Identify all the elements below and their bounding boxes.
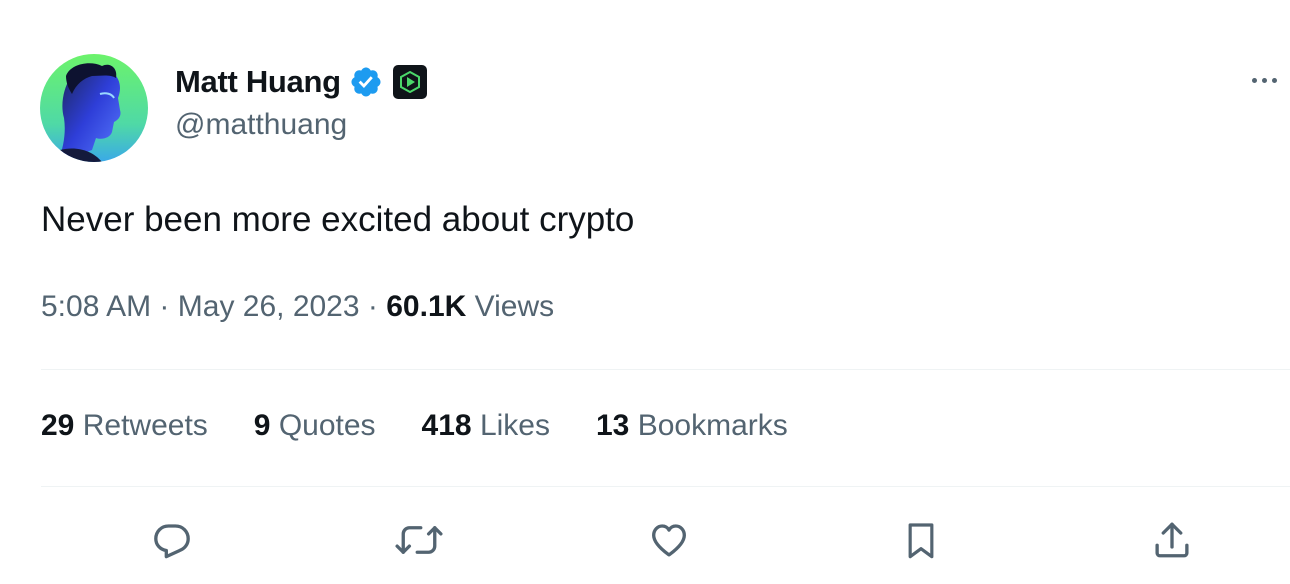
stat-quotes[interactable]: 9 Quotes [254,409,376,443]
author-handle[interactable]: @matthuang [175,108,347,142]
share-button[interactable] [1149,517,1195,563]
meta-separator: · [367,290,378,323]
share-icon [1155,522,1189,558]
retweet-button[interactable] [393,517,445,563]
like-button[interactable] [646,517,692,563]
more-options-icon [1262,77,1267,83]
stat-label: Quotes [278,409,376,442]
stat-count: 418 [421,409,472,442]
reply-button[interactable] [149,517,195,563]
stat-bookmarks[interactable]: 13 Bookmarks [596,409,788,443]
stat-likes[interactable]: 418 Likes [422,409,550,443]
tweet-meta: 5:08 AM · May 26, 2023 · 60.1K Views [41,290,554,324]
verified-badge-icon[interactable] [349,65,383,99]
retweet-icon [395,526,443,554]
meta-separator: · [159,290,170,323]
tweet-time[interactable]: 5:08 AM [41,290,151,323]
more-options-button[interactable] [1252,68,1288,92]
views-count: 60.1K [386,290,467,323]
views-label: Views [474,290,555,323]
more-options-icon [1272,77,1277,83]
avatar[interactable] [40,54,148,162]
stat-label: Retweets [82,409,208,442]
engagement-stats: 29 Retweets 9 Quotes 418 Likes 13 Bookma… [41,409,788,443]
heart-icon [652,524,686,557]
stat-count: 9 [253,409,271,442]
stat-label: Likes [479,409,550,442]
more-options-icon [1252,77,1257,83]
bookmark-icon [908,523,934,559]
divider [41,486,1290,487]
tweet-card: Matt Huang @matthuang Never been more ex… [0,0,1290,584]
divider [41,369,1290,370]
stat-label: Bookmarks [637,409,788,442]
stat-count: 29 [41,409,75,442]
author-name-row: Matt Huang [175,62,427,102]
tweet-text: Never been more excited about crypto [41,200,635,239]
reply-icon [154,524,190,559]
author-display-name[interactable]: Matt Huang [175,64,341,100]
tweet-date[interactable]: May 26, 2023 [178,290,360,323]
bookmark-button[interactable] [898,517,944,563]
affiliate-logo-icon[interactable] [392,65,427,99]
stat-count: 13 [596,409,630,442]
stat-retweets[interactable]: 29 Retweets [41,409,208,443]
